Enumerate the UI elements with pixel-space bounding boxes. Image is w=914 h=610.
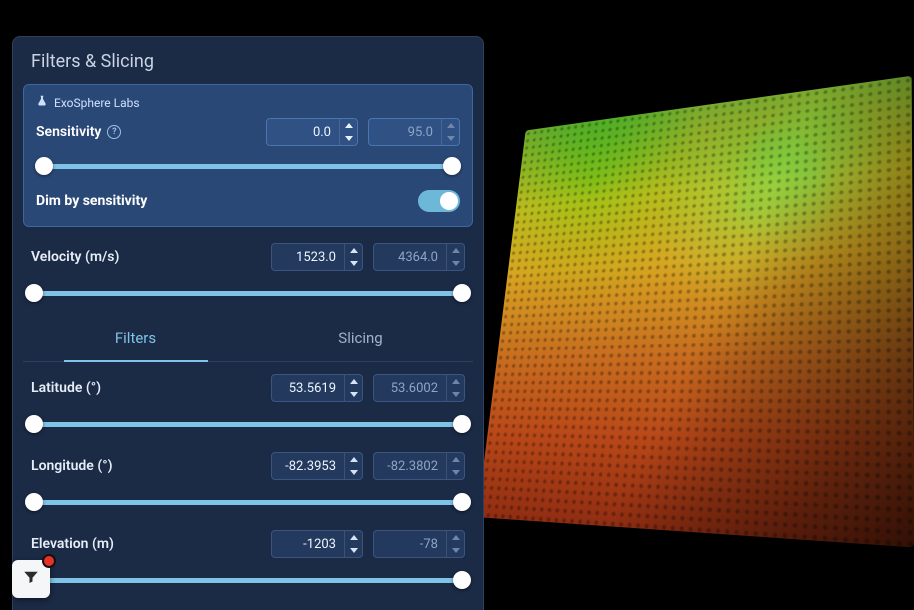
voxel-3d-view[interactable]	[477, 76, 914, 548]
sensitivity-min-input[interactable]: 0.0	[266, 118, 358, 146]
brand-row: ExoSphere Labs	[36, 95, 460, 110]
stepper-down-icon[interactable]	[447, 257, 464, 270]
stepper-up-icon[interactable]	[442, 119, 459, 132]
stepper-down-icon[interactable]	[447, 388, 464, 401]
sensitivity-group: ExoSphere Labs Sensitivity ? 0.0 95.0	[23, 84, 473, 227]
elevation-max-input[interactable]: -78	[373, 530, 465, 558]
toggle-filters-fab[interactable]	[12, 560, 50, 598]
dim-by-sensitivity-toggle[interactable]	[418, 190, 460, 212]
latitude-max-input[interactable]: 53.6002	[373, 374, 465, 402]
flask-icon	[36, 95, 48, 110]
stepper-up-icon[interactable]	[340, 119, 357, 132]
sensitivity-label: Sensitivity ?	[36, 124, 121, 140]
stepper-down-icon[interactable]	[345, 544, 362, 557]
longitude-group: Longitude (°) -82.3953 -82.3802	[13, 444, 483, 512]
filters-slicing-panel: Filters & Slicing ExoSphere Labs Sensiti…	[12, 36, 484, 610]
longitude-min-input[interactable]: -82.3953	[271, 452, 363, 480]
stepper-down-icon[interactable]	[345, 257, 362, 270]
tab-bar: Filters Slicing	[23, 317, 473, 362]
longitude-label: Longitude (°)	[31, 458, 113, 474]
help-icon[interactable]: ?	[107, 125, 121, 139]
brand-label: ExoSphere Labs	[54, 96, 140, 110]
panel-title: Filters & Slicing	[13, 37, 483, 84]
tab-filters[interactable]: Filters	[23, 317, 248, 361]
velocity-min-input[interactable]: 1523.0	[271, 243, 363, 271]
notification-badge	[42, 554, 56, 568]
filter-icon	[22, 568, 40, 590]
latitude-group: Latitude (°) 53.5619 53.6002	[13, 366, 483, 434]
stepper-up-icon[interactable]	[345, 453, 362, 466]
velocity-group: Velocity (m/s) 1523.0 4364.0	[13, 235, 483, 303]
stepper-down-icon[interactable]	[447, 466, 464, 479]
dim-by-sensitivity-label: Dim by sensitivity	[36, 193, 147, 209]
stepper-up-icon[interactable]	[447, 531, 464, 544]
elevation-range-slider[interactable]	[27, 570, 469, 590]
stepper-down-icon[interactable]	[345, 466, 362, 479]
latitude-label: Latitude (°)	[31, 380, 101, 396]
elevation-min-input[interactable]: -1203	[271, 530, 363, 558]
stepper-up-icon[interactable]	[447, 244, 464, 257]
tab-slicing[interactable]: Slicing	[248, 317, 473, 361]
sensitivity-max-input[interactable]: 95.0	[368, 118, 460, 146]
stepper-up-icon[interactable]	[447, 453, 464, 466]
stepper-down-icon[interactable]	[340, 132, 357, 145]
velocity-label: Velocity (m/s)	[31, 249, 119, 265]
longitude-max-input[interactable]: -82.3802	[373, 452, 465, 480]
latitude-range-slider[interactable]	[27, 414, 469, 434]
velocity-range-slider[interactable]	[27, 283, 469, 303]
stepper-down-icon[interactable]	[442, 132, 459, 145]
stepper-down-icon[interactable]	[447, 544, 464, 557]
stepper-down-icon[interactable]	[345, 388, 362, 401]
elevation-label: Elevation (m)	[31, 536, 114, 552]
stepper-up-icon[interactable]	[345, 244, 362, 257]
elevation-group: Elevation (m) -1203 -78	[13, 522, 483, 610]
stepper-up-icon[interactable]	[447, 375, 464, 388]
velocity-max-input[interactable]: 4364.0	[373, 243, 465, 271]
stepper-up-icon[interactable]	[345, 531, 362, 544]
sensitivity-range-slider[interactable]	[36, 156, 460, 176]
latitude-min-input[interactable]: 53.5619	[271, 374, 363, 402]
stepper-up-icon[interactable]	[345, 375, 362, 388]
longitude-range-slider[interactable]	[27, 492, 469, 512]
